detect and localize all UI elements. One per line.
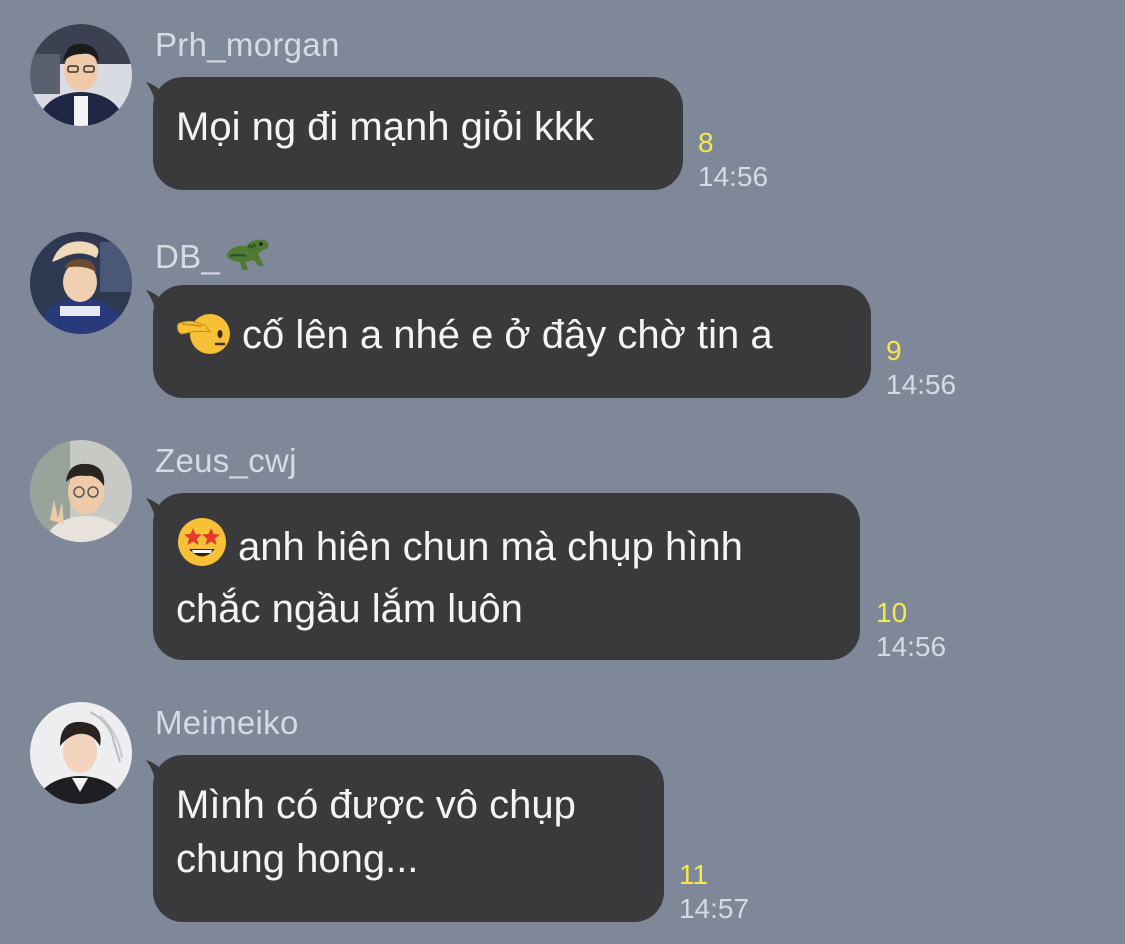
sender-name[interactable]: Zeus_cwj [155,442,297,480]
sender-name[interactable]: Meimeiko [155,704,299,742]
message-line: chắc ngầu lắm luôn [176,582,837,636]
avatar[interactable] [30,440,132,542]
timestamp: 14:57 [679,893,750,924]
message-text: anh hiên chun mà chụp hình [238,525,743,569]
avatar[interactable] [30,24,132,126]
message-meta: 11 14:57 [679,858,749,926]
message-text: chắc ngầu lắm luôn [176,587,523,631]
message-bubble[interactable]: anh hiên chun mà chụp hình chắc ngầu lắm… [153,493,860,660]
sender-name[interactable]: Prh_morgan [155,26,340,64]
read-count: 8 [698,127,714,158]
message-bubble[interactable]: Mình có được vô chụp chung hong... [153,755,664,922]
star-struck-icon [176,516,228,582]
message-bubble[interactable]: cố lên a nhé e ở đây chờ tin a [153,285,871,398]
crocodile-icon [224,234,270,280]
message-line: anh hiên chun mà chụp hình [176,516,837,582]
read-count: 9 [886,335,902,366]
message-meta: 8 14:56 [698,126,768,194]
timestamp: 14:56 [876,631,947,662]
message-bubble[interactable]: Mọi ng đi mạnh giỏi kkk [153,77,683,190]
saluting-face-icon [176,310,232,370]
message-text: Mọi ng đi mạnh giỏi kkk [176,105,594,149]
timestamp: 14:56 [886,369,957,400]
timestamp: 14:56 [698,161,769,192]
sender-name-text: Meimeiko [155,704,299,741]
read-count: 11 [679,859,709,890]
message-meta: 10 14:56 [876,596,946,664]
message-text: cố lên a nhé e ở đây chờ tin a [242,313,773,357]
message-line: Mình có được vô chụp [176,778,641,832]
avatar[interactable] [30,232,132,334]
message-text: Mình có được vô chụp [176,783,576,827]
message-text: chung hong... [176,837,419,881]
message-meta: 9 14:56 [886,334,956,402]
sender-name-text: Prh_morgan [155,26,340,63]
sender-name[interactable]: DB_ [155,234,270,280]
message-line: chung hong... [176,832,641,886]
avatar[interactable] [30,702,132,804]
sender-name-text: Zeus_cwj [155,442,297,479]
read-count: 10 [876,597,908,628]
sender-name-text: DB_ [155,238,221,275]
